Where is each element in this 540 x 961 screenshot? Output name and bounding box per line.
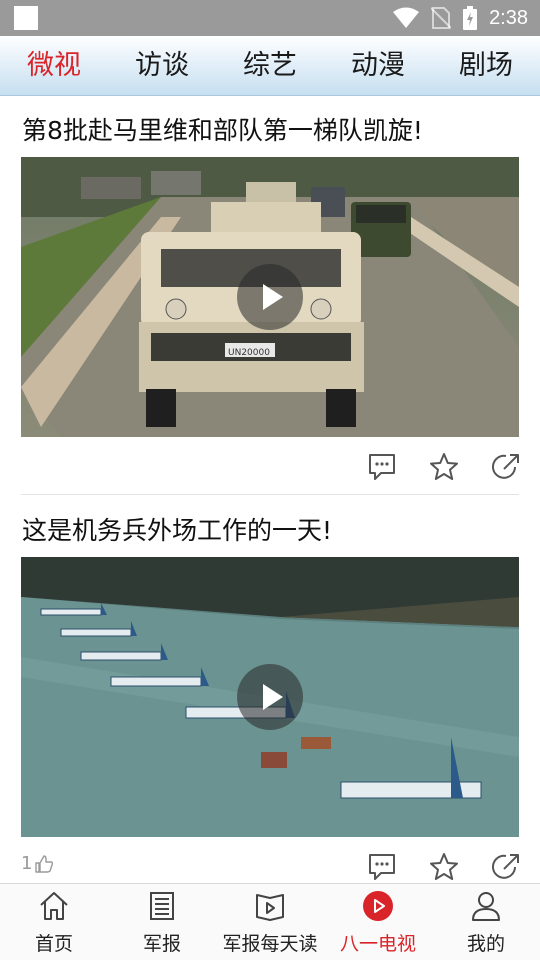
- share-icon: [492, 854, 519, 879]
- share-button[interactable]: [488, 449, 524, 485]
- nav-home[interactable]: 首页: [0, 884, 108, 961]
- video-title[interactable]: 这是机务兵外场工作的一天!: [22, 511, 332, 547]
- nav-home-label: 首页: [34, 933, 73, 955]
- card-actions: [364, 847, 524, 883]
- nav-bayi-tv[interactable]: 八一电视: [324, 884, 432, 961]
- tab-weishi[interactable]: 微视: [0, 36, 108, 96]
- video-title[interactable]: 第8批赴马里维和部队第一梯队凯旋!: [22, 111, 423, 147]
- like-count-value: 1: [21, 853, 33, 874]
- star-icon: [430, 453, 458, 480]
- card-divider: [21, 494, 519, 495]
- video-card: 这是机务兵外场工作的一天! 1: [0, 497, 540, 883]
- tab-dongman[interactable]: 动漫: [324, 36, 432, 96]
- favorite-button[interactable]: [426, 449, 462, 485]
- video-feed[interactable]: 第8批赴马里维和部队第一梯队凯旋! UN20000 这是机务兵外场工作的一天! …: [0, 97, 540, 883]
- video-thumbnail[interactable]: UN20000: [21, 157, 519, 437]
- nav-junbao[interactable]: 军报: [108, 884, 216, 961]
- battery-icon: [463, 6, 478, 30]
- bottom-navigation: 首页 军报 军报每天读 八一电视 我的: [0, 883, 540, 960]
- like-count[interactable]: 1: [21, 853, 54, 874]
- status-bar: 2:38: [0, 0, 540, 36]
- svg-text:UN20000: UN20000: [228, 348, 270, 358]
- thumbs-up-icon: [35, 854, 54, 873]
- comment-button[interactable]: [364, 449, 400, 485]
- tab-zongyi[interactable]: 综艺: [216, 36, 324, 96]
- status-icons: 2:38: [393, 0, 528, 36]
- nav-profile-label: 我的: [466, 933, 505, 955]
- newspaper-icon: [150, 892, 174, 920]
- notification-app-icon: [14, 6, 38, 30]
- play-button[interactable]: [237, 264, 303, 330]
- play-button[interactable]: [237, 664, 303, 730]
- nav-daily-read[interactable]: 军报每天读: [216, 884, 324, 961]
- favorite-button[interactable]: [426, 849, 462, 883]
- clock: 2:38: [489, 6, 528, 29]
- nav-profile[interactable]: 我的: [432, 884, 540, 961]
- wifi-icon: [393, 7, 420, 28]
- play-circle-icon: [363, 891, 393, 921]
- comment-icon: [369, 454, 395, 480]
- video-thumbnail[interactable]: [21, 557, 519, 837]
- card-actions: [364, 447, 524, 487]
- comment-button[interactable]: [364, 849, 400, 883]
- comment-icon: [369, 854, 395, 880]
- share-button[interactable]: [488, 849, 524, 883]
- home-icon: [40, 892, 68, 920]
- category-tab-bar: 微视 访谈 综艺 动漫 剧场: [0, 36, 540, 96]
- star-icon: [430, 853, 458, 880]
- share-icon: [492, 454, 519, 479]
- nav-bayi-tv-label: 八一电视: [339, 933, 416, 955]
- tab-fangtan[interactable]: 访谈: [108, 36, 216, 96]
- user-icon: [472, 892, 500, 921]
- video-card: 第8批赴马里维和部队第一梯队凯旋! UN20000: [0, 97, 540, 495]
- nav-daily-read-label: 军报每天读: [222, 933, 318, 955]
- no-sim-icon: [431, 7, 452, 29]
- book-play-icon: [256, 894, 284, 921]
- tab-juchang[interactable]: 剧场: [432, 36, 540, 96]
- nav-junbao-label: 军报: [142, 933, 181, 955]
